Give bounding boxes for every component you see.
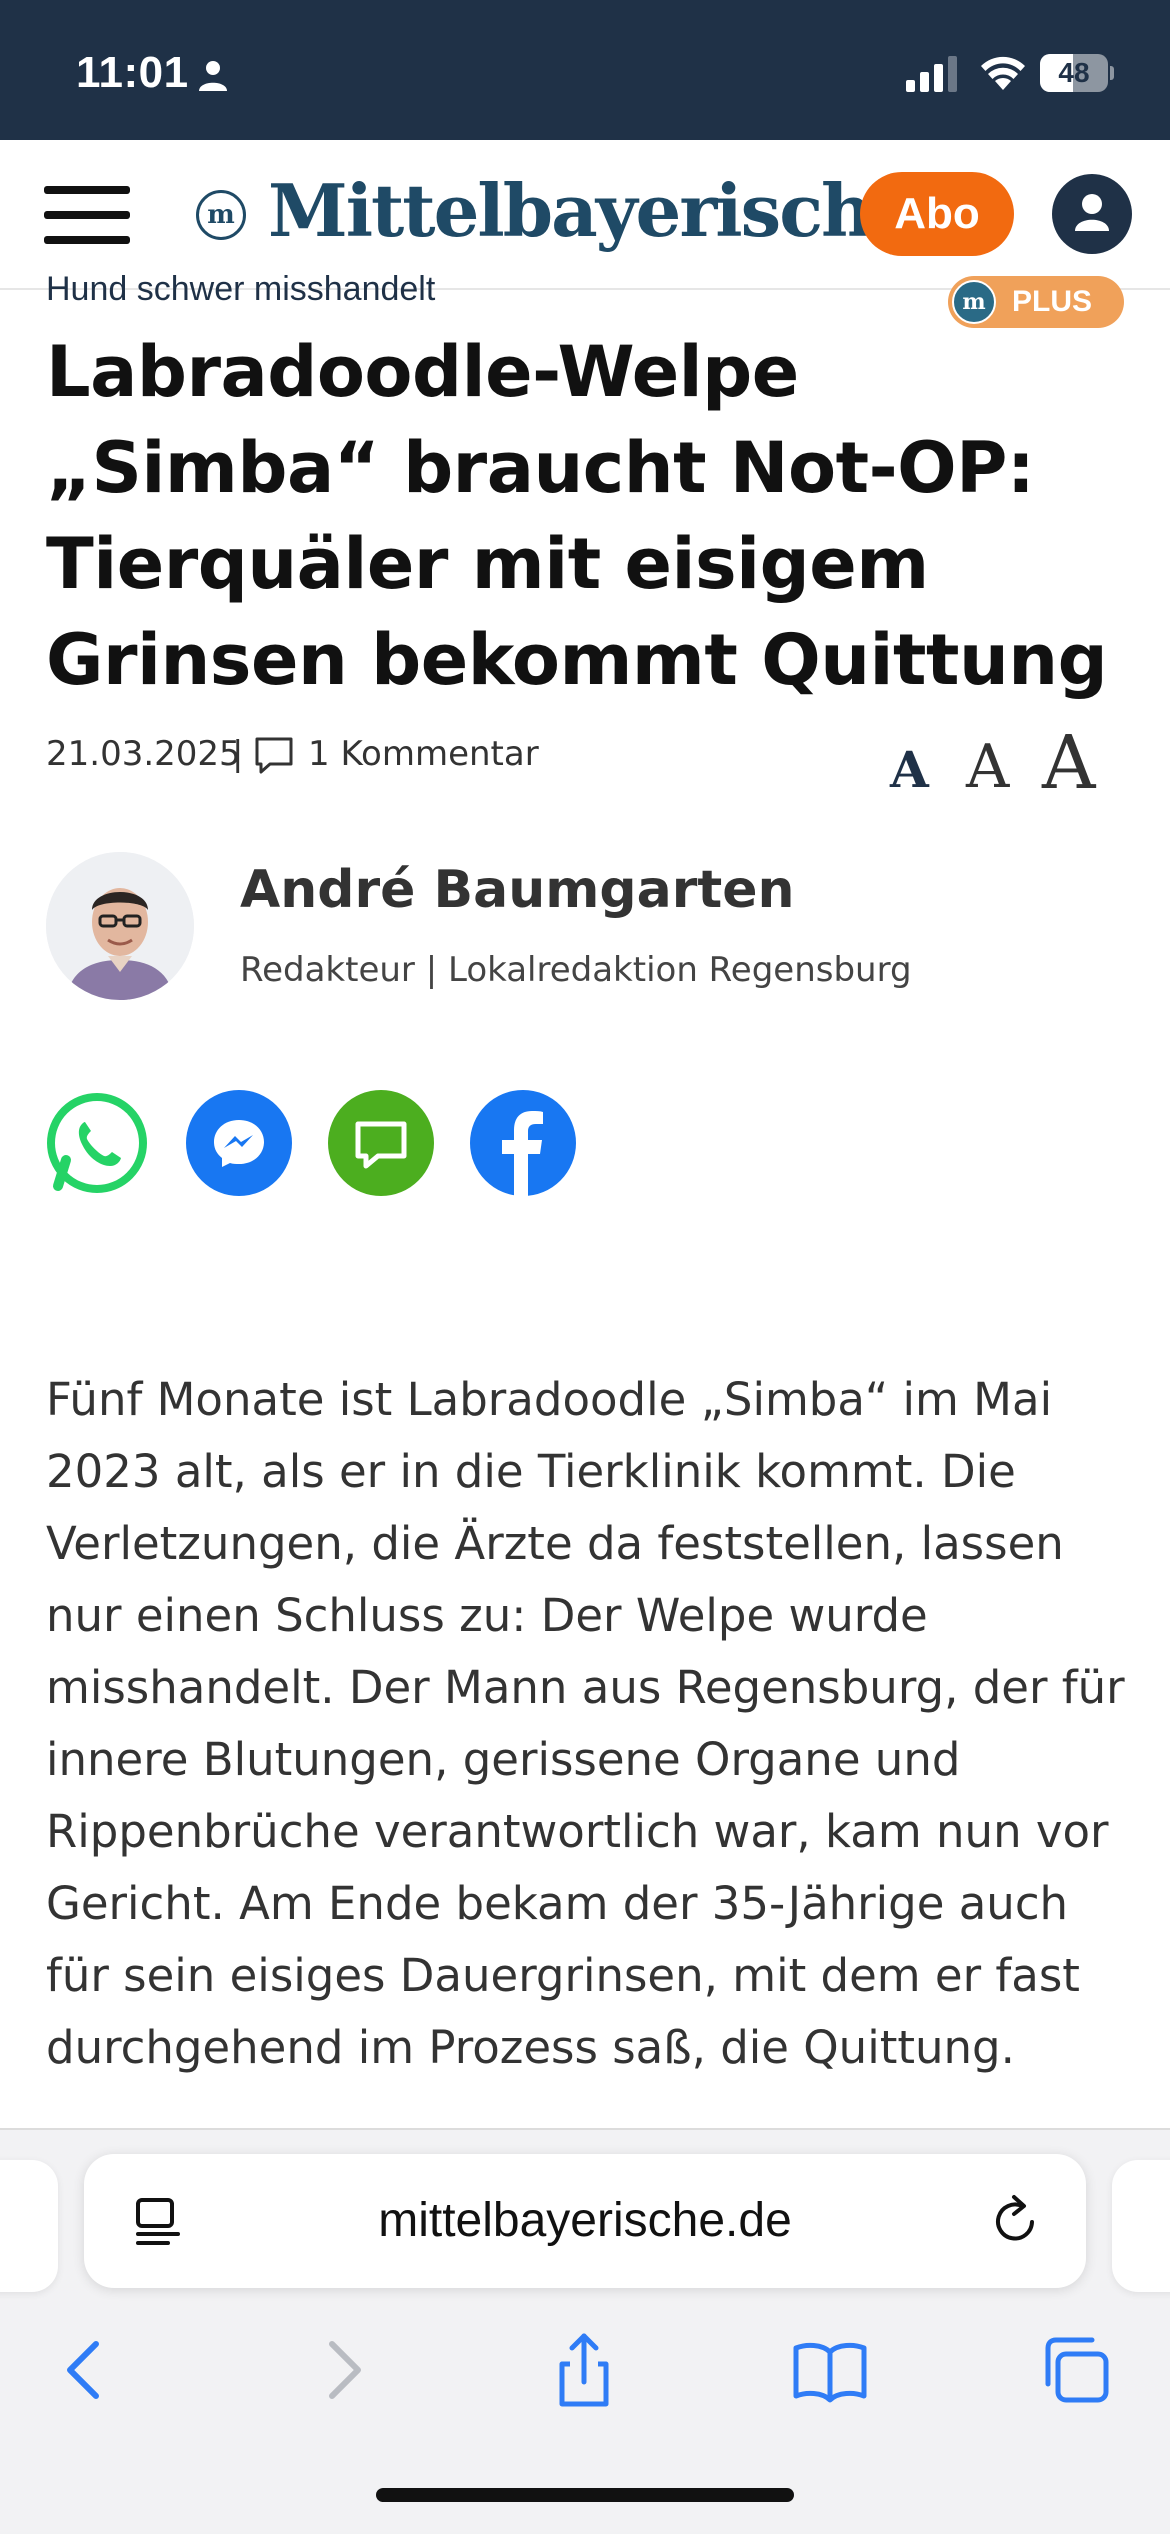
sms-icon [355, 1121, 407, 1169]
browser-toolbar: mittelbayerische.de [0, 2128, 1170, 2534]
site-logo[interactable]: Mittelbayerische [268, 168, 917, 253]
address-bar[interactable]: mittelbayerische.de [84, 2154, 1086, 2288]
whatsapp-icon [47, 1093, 147, 1193]
author-avatar[interactable] [46, 852, 194, 1000]
author-name[interactable]: André Baumgarten [240, 860, 795, 920]
plus-badge: m PLUS [948, 276, 1124, 328]
next-tab-peek[interactable] [1112, 2160, 1170, 2292]
share-icon[interactable] [544, 2330, 624, 2410]
font-size-small-button[interactable]: A [890, 740, 929, 799]
page-menu-icon[interactable] [132, 2194, 186, 2248]
previous-tab-peek[interactable] [0, 2160, 58, 2292]
meta-separator: | [232, 734, 244, 774]
article-headline: Labradoodle-Welpe „Simba“ braucht Not-OP… [46, 331, 1108, 701]
site-header: m Mittelbayerische Abo [0, 140, 1170, 290]
reload-icon[interactable] [988, 2192, 1044, 2250]
article-body-paragraph: Fünf Monate ist Labradoodle „Simba“ im M… [46, 1373, 1125, 2074]
battery-indicator: 48 [1040, 54, 1114, 92]
share-facebook-button[interactable] [470, 1090, 576, 1196]
tabs-icon[interactable] [1036, 2330, 1116, 2410]
person-icon [199, 61, 227, 91]
forward-chevron-icon[interactable] [300, 2330, 380, 2410]
facebook-icon [502, 1111, 543, 1196]
messenger-icon [214, 1120, 264, 1167]
comments-link[interactable]: 1 Kommentar [308, 734, 539, 774]
bookmarks-icon[interactable] [790, 2330, 870, 2410]
url-text[interactable]: mittelbayerische.de [84, 2154, 1086, 2288]
comment-icon[interactable] [252, 734, 296, 778]
logo-mark[interactable]: m [196, 190, 246, 240]
share-whatsapp-button[interactable] [44, 1090, 150, 1196]
user-icon [1075, 194, 1109, 231]
article-kicker: Hund schwer misshandelt [46, 270, 436, 308]
cellular-signal-icon [906, 56, 957, 92]
account-button[interactable] [1052, 174, 1132, 254]
battery-percent: 48 [1058, 57, 1090, 88]
status-bar: 11:01 48 [0, 0, 1170, 140]
author-portrait [46, 852, 194, 1000]
author-role: Redakteur | Lokalredaktion Regensburg [240, 950, 912, 990]
plus-label: PLUS [1012, 285, 1093, 318]
battery-nub [1110, 66, 1114, 80]
status-time: 11:01 [76, 48, 189, 97]
abo-button[interactable]: Abo [860, 172, 1014, 256]
share-sms-button[interactable] [328, 1090, 434, 1196]
article-date: 21.03.2025 [46, 734, 241, 774]
back-chevron-icon[interactable] [48, 2330, 128, 2410]
hamburger-menu-icon[interactable] [44, 186, 130, 244]
font-size-large-button[interactable]: A [1042, 720, 1095, 806]
share-messenger-button[interactable] [186, 1090, 292, 1196]
home-indicator[interactable] [376, 2488, 794, 2502]
plus-logo-icon: m [952, 280, 996, 324]
wifi-icon [981, 56, 1025, 90]
font-size-medium-button[interactable]: A [966, 732, 1009, 802]
